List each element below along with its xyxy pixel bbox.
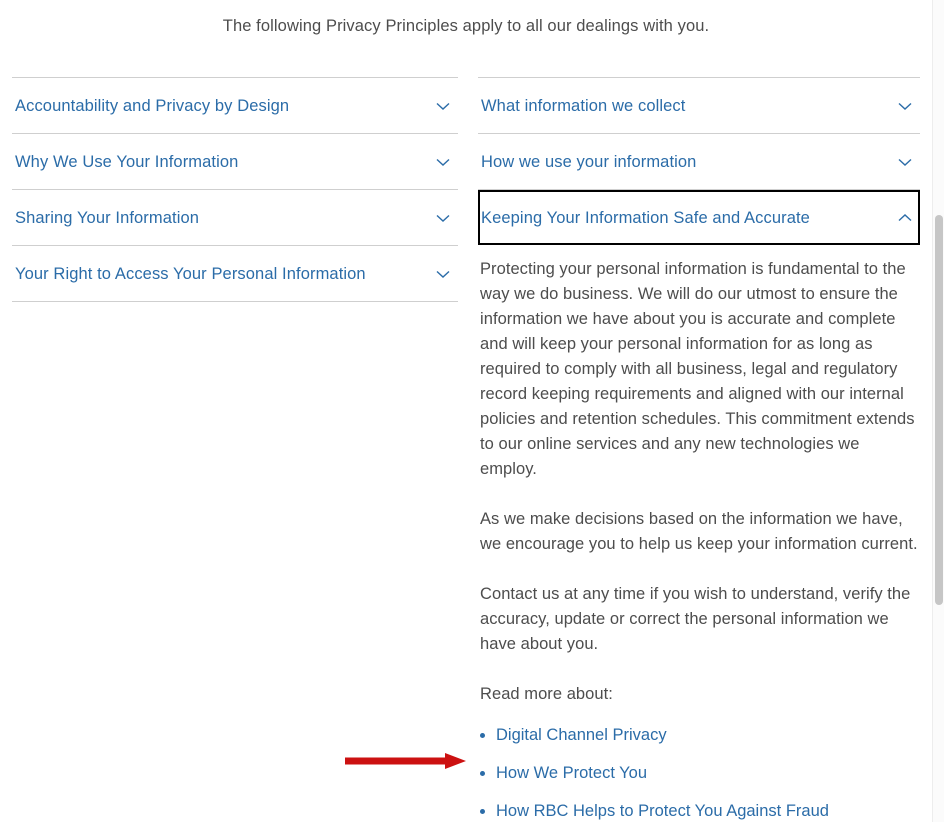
- page-intro-text: The following Privacy Principles apply t…: [222, 17, 710, 35]
- read-more-label: Read more about:: [480, 685, 613, 703]
- privacy-principles-page: The following Privacy Principles apply t…: [0, 0, 932, 822]
- accordion-title-why-we-use: Why We Use Your Information: [15, 152, 239, 171]
- accordion-header-why-we-use[interactable]: Why We Use Your Information: [12, 134, 458, 189]
- accordion-title-keeping-safe: Keeping Your Information Safe and Accura…: [481, 208, 810, 227]
- page-scrollbar[interactable]: [932, 0, 944, 822]
- accordion-item-sharing: Sharing Your Information: [12, 190, 458, 246]
- accordion-title-right-to-access: Your Right to Access Your Personal Infor…: [15, 264, 366, 283]
- accordion-item-right-to-access: Your Right to Access Your Personal Infor…: [12, 246, 458, 302]
- accordion-header-keeping-safe[interactable]: Keeping Your Information Safe and Accura…: [478, 190, 920, 245]
- chevron-down-icon[interactable]: [432, 263, 454, 285]
- chevron-down-icon[interactable]: [894, 95, 916, 117]
- scrollbar-thumb[interactable]: [935, 215, 943, 605]
- accordion-item-how-we-use: How we use your information: [478, 134, 920, 190]
- bullet-icon: [480, 809, 485, 814]
- accordion-header-right-to-access[interactable]: Your Right to Access Your Personal Infor…: [12, 246, 458, 301]
- link-digital-channel-privacy[interactable]: Digital Channel Privacy: [496, 726, 667, 744]
- list-item: How We Protect You: [480, 763, 918, 784]
- accordion-header-how-we-use[interactable]: How we use your information: [478, 134, 920, 189]
- accordion-item-why-we-use: Why We Use Your Information: [12, 134, 458, 190]
- chevron-down-icon[interactable]: [432, 151, 454, 173]
- chevron-down-icon[interactable]: [894, 151, 916, 173]
- panel-paragraph-2: As we make decisions based on the inform…: [480, 510, 918, 553]
- link-how-rbc-helps-protect-against-fraud[interactable]: How RBC Helps to Protect You Against Fra…: [496, 802, 829, 820]
- list-item: How RBC Helps to Protect You Against Fra…: [480, 801, 918, 822]
- accordion-columns: Accountability and Privacy by Design Why…: [0, 38, 932, 822]
- accordion-header-accountability[interactable]: Accountability and Privacy by Design: [12, 78, 458, 133]
- link-how-we-protect-you[interactable]: How We Protect You: [496, 764, 647, 782]
- accordion-title-what-we-collect: What information we collect: [481, 96, 686, 115]
- chevron-down-icon[interactable]: [432, 207, 454, 229]
- panel-paragraph-1: Protecting your personal information is …: [480, 260, 915, 478]
- accordion-header-sharing[interactable]: Sharing Your Information: [12, 190, 458, 245]
- bullet-icon: [480, 771, 485, 776]
- accordion-column-left: Accountability and Privacy by Design Why…: [0, 77, 466, 822]
- chevron-up-icon[interactable]: [894, 207, 916, 229]
- accordion-title-how-we-use: How we use your information: [481, 152, 697, 171]
- panel-paragraph-3: Contact us at any time if you wish to un…: [480, 585, 911, 653]
- chevron-down-icon[interactable]: [432, 95, 454, 117]
- accordion-item-keeping-safe: Keeping Your Information Safe and Accura…: [478, 190, 920, 822]
- accordion-panel-keeping-safe: Protecting your personal information is …: [478, 245, 920, 822]
- accordion-title-accountability: Accountability and Privacy by Design: [15, 96, 290, 115]
- accordion-item-what-we-collect: What information we collect: [478, 77, 920, 134]
- accordion-column-right: What information we collect How we use y…: [466, 77, 932, 822]
- read-more-list: Digital Channel Privacy How We Protect Y…: [480, 725, 918, 822]
- bullet-icon: [480, 733, 485, 738]
- accordion-title-sharing: Sharing Your Information: [15, 208, 200, 227]
- list-item: Digital Channel Privacy: [480, 725, 918, 746]
- accordion-header-what-we-collect[interactable]: What information we collect: [478, 78, 920, 133]
- accordion-item-accountability: Accountability and Privacy by Design: [12, 77, 458, 134]
